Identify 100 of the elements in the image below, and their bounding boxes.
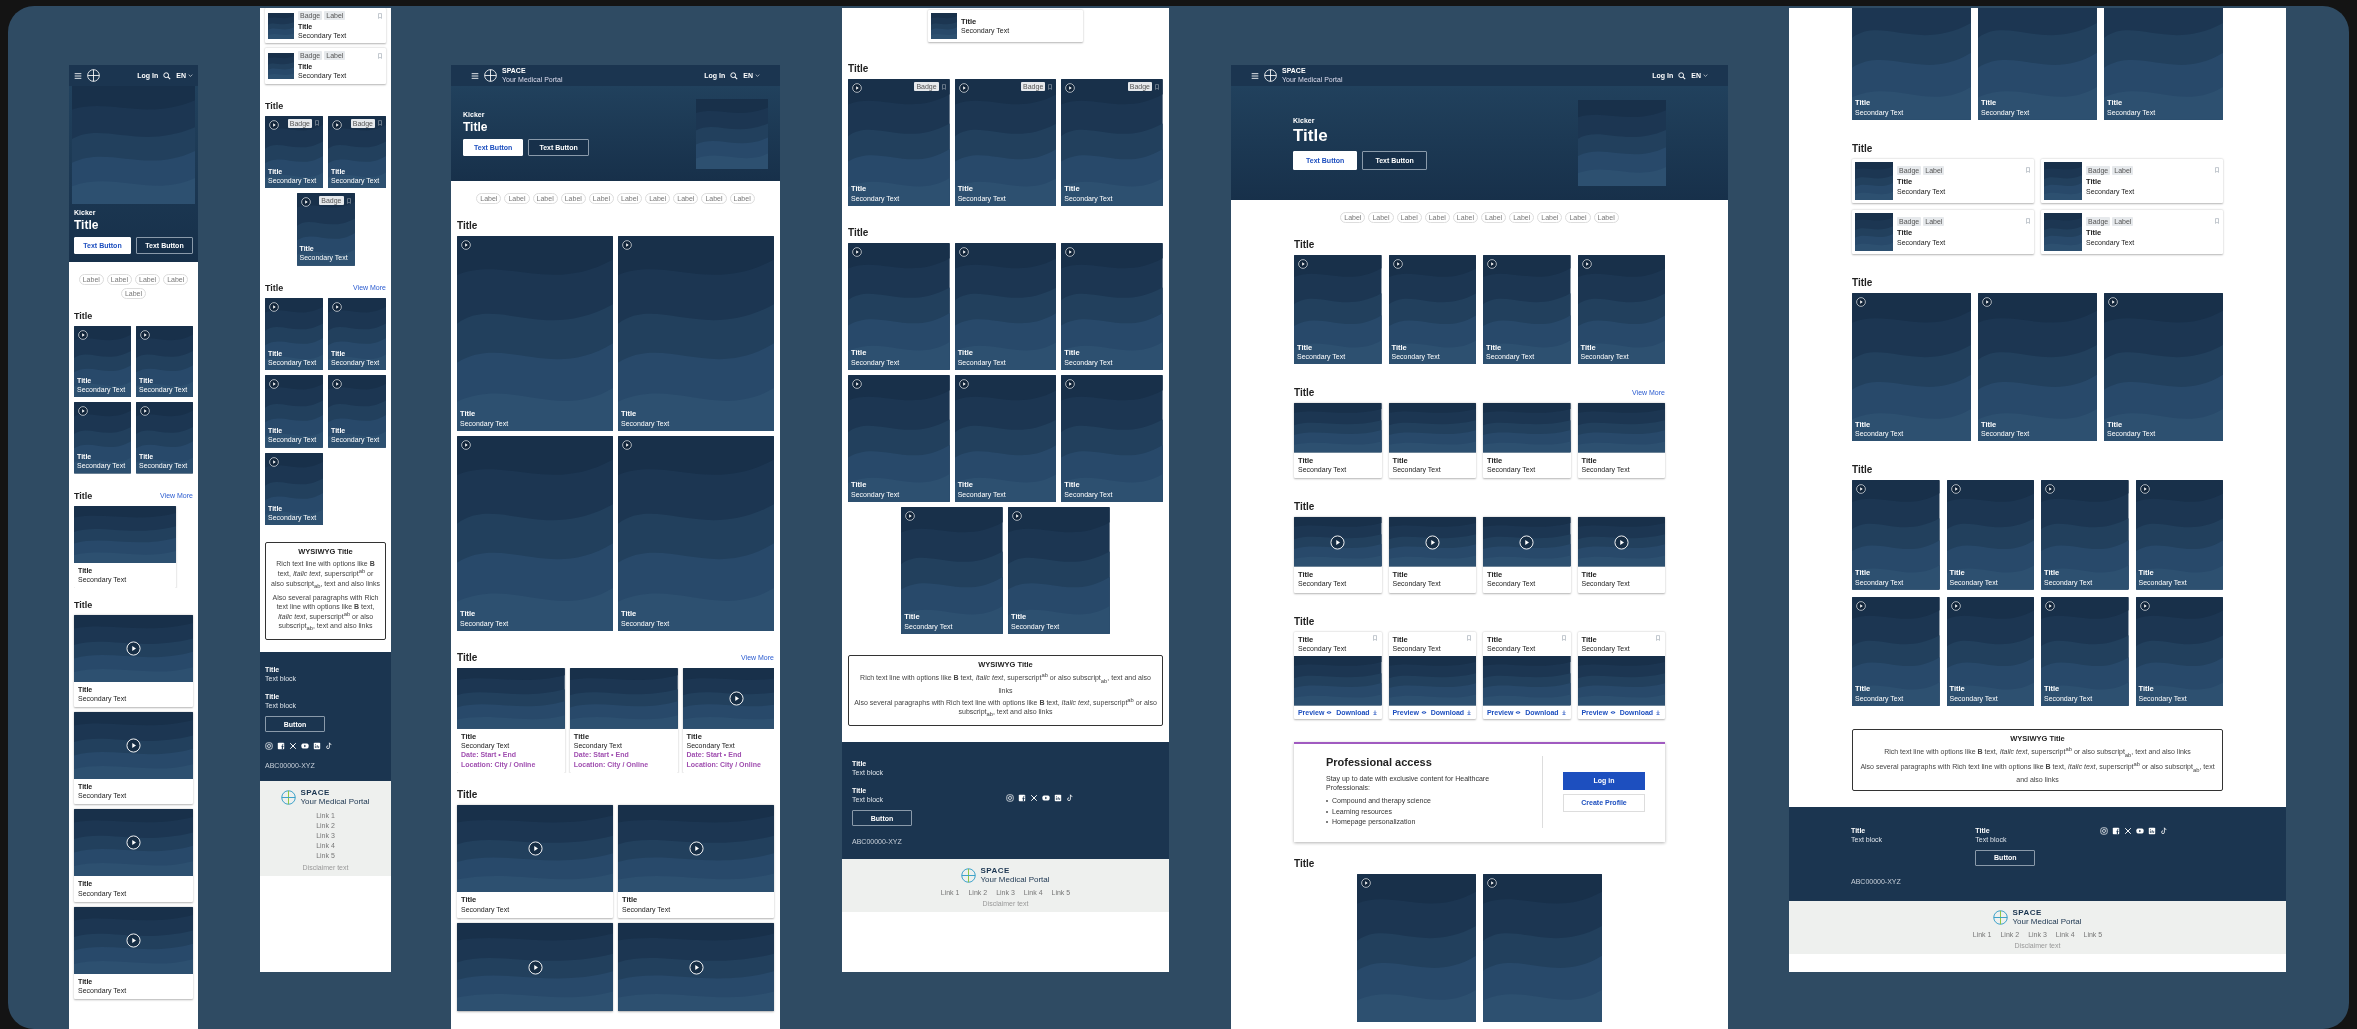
social-icon[interactable] — [2123, 826, 2132, 835]
play-icon[interactable] — [688, 959, 704, 975]
play-icon[interactable] — [126, 835, 141, 851]
play-icon[interactable] — [1298, 259, 1308, 269]
play-icon[interactable] — [1065, 83, 1076, 93]
play-icon[interactable] — [1613, 534, 1629, 550]
section-title: Title — [74, 600, 93, 611]
play-icon[interactable] — [1392, 259, 1403, 269]
bookmark-icon[interactable] — [377, 120, 383, 127]
bookmark-icon[interactable] — [345, 197, 352, 204]
play-icon[interactable] — [78, 330, 88, 340]
play-icon[interactable] — [2045, 484, 2055, 495]
play-icon[interactable] — [2139, 600, 2150, 611]
hero-title: Title — [463, 120, 489, 134]
search-icon[interactable] — [163, 71, 172, 80]
play-icon[interactable] — [1856, 484, 1866, 495]
play-icon[interactable] — [140, 406, 150, 417]
social-icon[interactable] — [2159, 826, 2168, 835]
social-icon[interactable] — [1053, 794, 1062, 802]
play-icon[interactable] — [2139, 484, 2150, 495]
play-icon[interactable] — [527, 841, 543, 856]
play-icon[interactable] — [852, 379, 862, 390]
bookmark-icon[interactable] — [314, 120, 320, 127]
social-icon[interactable] — [265, 742, 273, 751]
menu-icon[interactable] — [471, 71, 479, 80]
play-icon[interactable] — [1950, 484, 1961, 495]
social-icon[interactable] — [1017, 794, 1026, 802]
play-icon[interactable] — [1361, 877, 1371, 888]
bookmark-icon[interactable] — [940, 83, 947, 90]
download-icon — [1371, 709, 1378, 715]
play-icon[interactable] — [1519, 534, 1535, 550]
play-icon[interactable] — [126, 932, 141, 948]
play-icon[interactable] — [1856, 296, 1866, 307]
play-icon[interactable] — [1424, 534, 1440, 550]
menu-icon[interactable] — [74, 71, 82, 80]
play-icon[interactable] — [1065, 379, 1076, 390]
play-icon[interactable] — [126, 641, 141, 657]
play-icon[interactable] — [269, 119, 279, 130]
social-icon[interactable] — [1005, 794, 1014, 802]
social-icon[interactable] — [301, 742, 309, 751]
play-icon[interactable] — [527, 959, 543, 975]
brand-tagline: Your Medical Portal — [300, 797, 370, 807]
brand-tagline: Your Medical Portal — [2012, 917, 2082, 927]
play-icon[interactable] — [1012, 511, 1022, 522]
download-icon — [1560, 709, 1567, 715]
play-icon[interactable] — [2045, 600, 2055, 611]
social-icon[interactable] — [1029, 794, 1038, 802]
play-icon[interactable] — [905, 511, 916, 522]
play-icon[interactable] — [332, 301, 342, 312]
logo-icon — [1264, 69, 1277, 82]
play-icon[interactable] — [2107, 296, 2118, 307]
social-icon[interactable] — [2099, 826, 2108, 835]
play-icon[interactable] — [958, 247, 969, 258]
caret-icon — [755, 74, 760, 77]
play-icon[interactable] — [852, 83, 862, 93]
section-title: Title — [265, 282, 284, 293]
play-icon[interactable] — [1581, 259, 1592, 269]
play-icon[interactable] — [140, 330, 150, 340]
play-icon[interactable] — [461, 240, 471, 250]
play-icon[interactable] — [332, 379, 342, 390]
play-icon[interactable] — [958, 83, 969, 93]
social-icon[interactable] — [1041, 794, 1050, 802]
bookmark-icon[interactable] — [1047, 83, 1054, 90]
play-icon[interactable] — [269, 456, 279, 467]
play-icon[interactable] — [461, 440, 471, 450]
play-icon[interactable] — [1487, 259, 1497, 269]
section-title: Title — [265, 100, 284, 111]
play-icon[interactable] — [1065, 247, 1076, 258]
eye-icon — [1609, 709, 1616, 715]
social-icon[interactable] — [2111, 826, 2120, 835]
play-icon[interactable] — [622, 440, 632, 450]
play-icon[interactable] — [1982, 296, 1992, 307]
social-icon[interactable] — [277, 742, 285, 751]
play-icon[interactable] — [1950, 600, 1961, 611]
play-icon[interactable] — [728, 690, 744, 706]
social-icon[interactable] — [313, 742, 321, 751]
search-icon[interactable] — [730, 71, 739, 80]
play-icon[interactable] — [1487, 877, 1497, 888]
play-icon[interactable] — [1856, 600, 1866, 611]
play-icon[interactable] — [852, 247, 862, 258]
social-icon[interactable] — [2135, 826, 2144, 835]
social-icon[interactable] — [289, 742, 297, 751]
social-icon[interactable] — [2147, 826, 2156, 835]
bookmark-icon[interactable] — [1153, 83, 1160, 90]
play-icon[interactable] — [269, 301, 279, 312]
section-title: Title — [74, 311, 93, 321]
play-icon[interactable] — [622, 240, 632, 250]
play-icon[interactable] — [269, 379, 279, 390]
play-icon[interactable] — [958, 379, 969, 390]
play-icon[interactable] — [300, 197, 311, 208]
section-title: Title — [1294, 239, 1315, 250]
menu-icon[interactable] — [1251, 71, 1259, 80]
social-icon[interactable] — [325, 742, 333, 751]
search-icon[interactable] — [1678, 71, 1687, 80]
social-icon[interactable] — [1065, 794, 1074, 802]
play-icon[interactable] — [688, 841, 704, 856]
play-icon[interactable] — [78, 406, 88, 417]
play-icon[interactable] — [1330, 534, 1346, 550]
play-icon[interactable] — [332, 119, 342, 130]
play-icon[interactable] — [126, 738, 141, 754]
